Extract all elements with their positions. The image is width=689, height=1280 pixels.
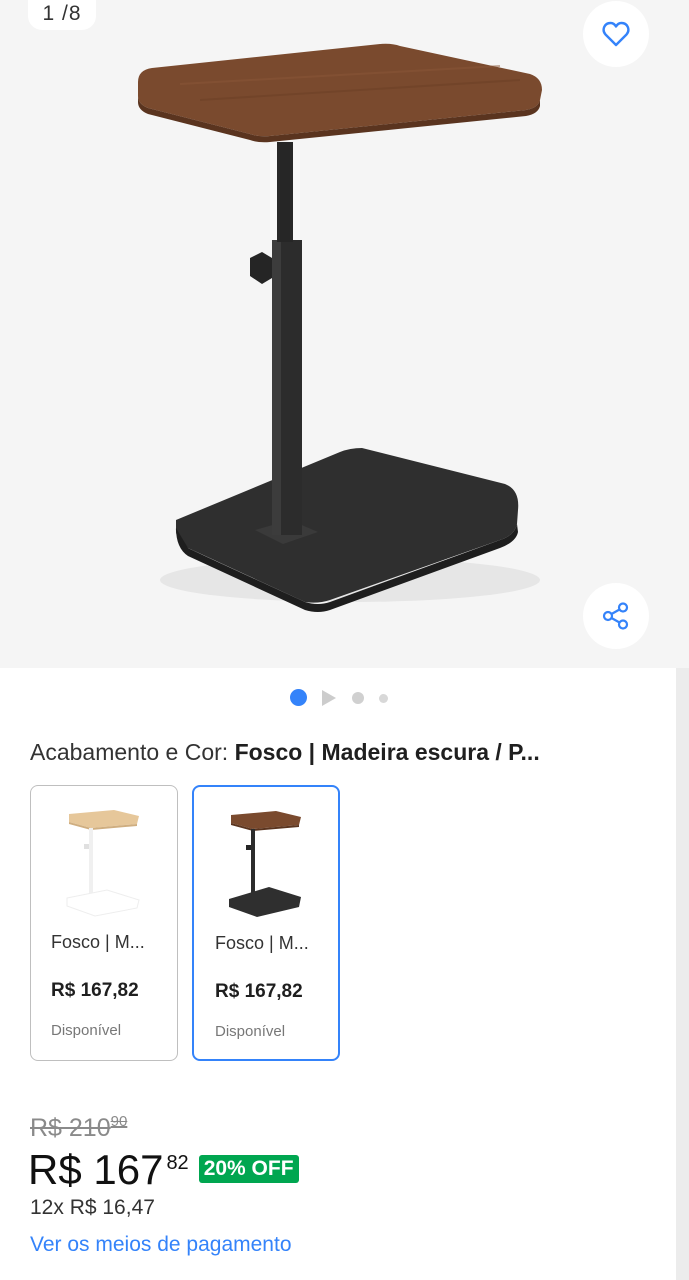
heart-outline-icon [602, 21, 630, 47]
share-icon [602, 602, 629, 630]
image-counter: 1 /8 [28, 0, 96, 30]
original-price-cents: 90 [110, 1113, 128, 1130]
variant-name: Fosco | M... [51, 932, 145, 952]
current-price-whole: R$ 167 [28, 1146, 164, 1193]
dark-table-thumbnail [229, 811, 301, 917]
variant-label: Acabamento e Cor: [30, 739, 235, 765]
variant-title: Acabamento e Cor: Fosco | Madeira escura… [30, 739, 650, 766]
play-video-icon[interactable] [320, 689, 338, 707]
product-image[interactable] [0, 0, 689, 668]
variant-price: R$ 167,82 [51, 980, 139, 1001]
installments-text: 12x R$ 16,47 [30, 1196, 155, 1219]
pagination-dot[interactable] [352, 692, 364, 704]
original-price: R$ 21090 [30, 1113, 127, 1143]
share-button[interactable] [583, 583, 649, 649]
original-price-whole: R$ 210 [30, 1114, 111, 1142]
favorite-button[interactable] [583, 1, 649, 67]
variant-price: R$ 167,82 [215, 981, 303, 1002]
current-price: R$ 167 82 20% OFF [28, 1142, 299, 1198]
variant-status: Disponível [51, 1022, 122, 1039]
payment-methods-link[interactable]: Ver os meios de pagamento [30, 1233, 292, 1257]
product-gallery[interactable]: 1 /8 [0, 0, 689, 668]
variant-thumbnail [31, 800, 177, 920]
variant-option-dark-wood[interactable]: Fosco | M... R$ 167,82 Disponível [192, 785, 340, 1061]
variant-thumbnail [194, 801, 338, 921]
current-price-cents: 82 [166, 1152, 189, 1174]
variant-status: Disponível [215, 1023, 286, 1040]
gallery-pagination[interactable] [0, 688, 676, 708]
variant-selected-value: Fosco | Madeira escura / P... [234, 739, 540, 765]
white-table-thumbnail [66, 810, 140, 917]
discount-badge: 20% OFF [198, 1155, 299, 1183]
variant-name: Fosco | M... [215, 933, 309, 953]
pagination-dot[interactable] [379, 694, 388, 703]
variant-option-light-wood[interactable]: Fosco | M... R$ 167,82 Disponível [30, 785, 178, 1061]
scroll-edge [676, 668, 689, 1280]
pagination-dot-active[interactable] [290, 689, 307, 706]
